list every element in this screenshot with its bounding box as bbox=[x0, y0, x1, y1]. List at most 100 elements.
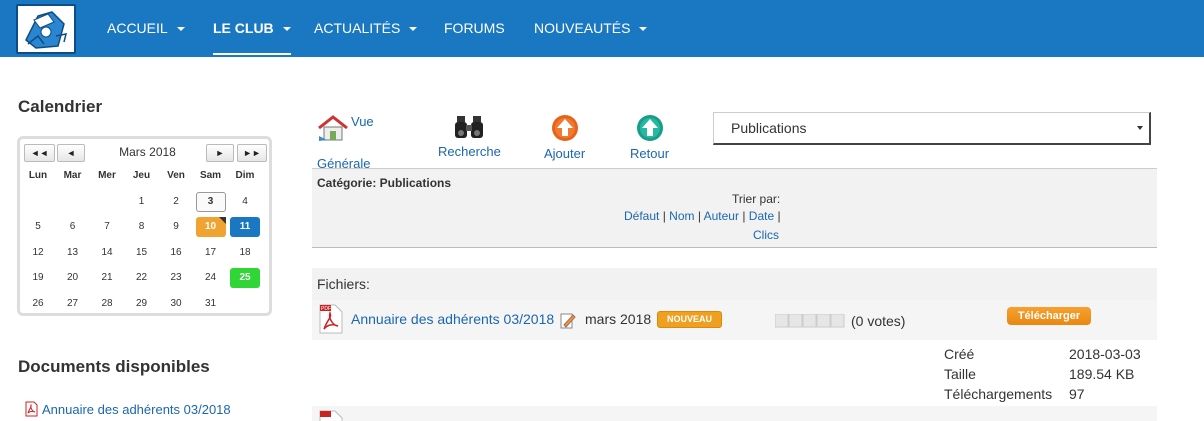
meta-downloads-value: 97 bbox=[1069, 386, 1085, 402]
calendar-day[interactable]: 14 bbox=[92, 243, 122, 263]
pdf-icon bbox=[319, 410, 343, 421]
calendar-day[interactable]: 31 bbox=[196, 294, 226, 314]
sort-name-link[interactable]: Nom bbox=[669, 209, 694, 223]
sort-clicks-link[interactable]: Clics bbox=[753, 228, 779, 242]
file-row: PDF Annuaire des adhérents 03/2018 mars … bbox=[312, 300, 1157, 340]
document-link[interactable]: Annuaire des adhérents 03/2018 bbox=[25, 401, 231, 417]
back-label: Retour bbox=[630, 146, 670, 161]
next-month-button[interactable]: ► bbox=[206, 144, 234, 162]
calendar-day[interactable]: 16 bbox=[161, 243, 191, 263]
edit-icon[interactable] bbox=[560, 312, 576, 329]
file-date: mars 2018 bbox=[585, 311, 652, 327]
prev-year-button[interactable]: ◄◄ bbox=[24, 144, 55, 162]
calendar-day[interactable]: 6 bbox=[58, 217, 88, 237]
calendar-day[interactable]: 21 bbox=[92, 268, 122, 288]
documents-title: Documents disponibles bbox=[18, 357, 210, 376]
calendar-day[interactable]: 25 bbox=[230, 268, 260, 288]
files-header: Fichiers: bbox=[312, 268, 1157, 300]
meta-created-label: Créé bbox=[944, 346, 975, 362]
calendar-day[interactable]: 5 bbox=[23, 217, 53, 237]
calendar-widget: ◄◄ ◄ Mars 2018 ► ►► Lun Mar Mer Jeu Ven Sam Di… bbox=[17, 136, 272, 316]
caret-down-icon bbox=[409, 27, 418, 32]
nav-actualites[interactable]: ACTUALITÉS bbox=[314, 0, 418, 57]
caret-down-icon bbox=[639, 27, 648, 32]
event-marker-icon bbox=[218, 217, 226, 224]
club-logo[interactable] bbox=[16, 4, 76, 54]
category-title: Catégorie: Publications bbox=[317, 176, 452, 190]
nav-forums[interactable]: FORUMS bbox=[444, 0, 505, 57]
calendar-day[interactable]: 1 bbox=[127, 192, 157, 212]
category-panel: Catégorie: Publications Trier par: Défau… bbox=[312, 168, 1157, 248]
calendar-day[interactable]: 15 bbox=[127, 243, 157, 263]
caret-down-icon bbox=[176, 27, 185, 32]
prev-month-button[interactable]: ◄ bbox=[57, 144, 85, 162]
calendar-day[interactable]: 24 bbox=[196, 268, 226, 288]
overview-label-1: Vue bbox=[351, 114, 374, 129]
document-link-label: Annuaire des adhérents 03/2018 bbox=[42, 402, 231, 417]
download-button[interactable]: Télécharger bbox=[1007, 307, 1091, 325]
file-name-link[interactable]: Annuaire des adhérents 03/2018 bbox=[351, 311, 554, 327]
add-label: Ajouter bbox=[544, 146, 586, 161]
category-select-value: Publications bbox=[731, 120, 807, 136]
weekday-header: Ven bbox=[167, 170, 185, 181]
file-row bbox=[312, 406, 1157, 421]
pdf-icon: PDF bbox=[319, 304, 343, 334]
calendar-day[interactable]: 12 bbox=[23, 243, 53, 263]
calendar-day[interactable]: 13 bbox=[58, 243, 88, 263]
meta-created-value: 2018-03-03 bbox=[1069, 346, 1141, 362]
nav-nouveautes[interactable]: NOUVEAUTÉS bbox=[534, 0, 648, 57]
nav-accueil[interactable]: ACCUEIL bbox=[107, 0, 185, 57]
weekday-header: Lun bbox=[28, 170, 48, 181]
house-icon bbox=[318, 115, 348, 141]
calendar-day[interactable]: 7 bbox=[92, 217, 122, 237]
calendar-day[interactable]: 11 bbox=[230, 217, 260, 237]
search-button[interactable]: Recherche bbox=[438, 114, 501, 159]
sort-author-link[interactable]: Auteur bbox=[704, 209, 739, 223]
calendar-day[interactable]: 10 bbox=[195, 217, 226, 237]
calendar-day[interactable]: 4 bbox=[230, 192, 260, 212]
calendar-day[interactable]: 19 bbox=[23, 268, 53, 288]
meta-size-value: 189.54 KB bbox=[1069, 366, 1135, 382]
pdf-icon bbox=[25, 401, 38, 417]
calendar-day[interactable]: 26 bbox=[23, 294, 53, 314]
arrow-up-orange-icon bbox=[551, 115, 578, 141]
weekday-header: Dim bbox=[235, 170, 255, 181]
calendar-day[interactable]: 8 bbox=[127, 217, 157, 237]
add-button[interactable]: Ajouter bbox=[544, 114, 585, 161]
calendar-day[interactable]: 17 bbox=[196, 243, 226, 263]
calendar-day[interactable]: 20 bbox=[58, 268, 88, 288]
weekday-header: Mer bbox=[98, 170, 116, 181]
sort-default-link[interactable]: Défaut bbox=[624, 209, 659, 223]
calendar-day[interactable]: 18 bbox=[230, 243, 260, 263]
nav-le-club[interactable]: LE CLUB bbox=[213, 0, 291, 57]
search-label: Recherche bbox=[438, 144, 501, 159]
calendar-day[interactable]: 3 bbox=[195, 191, 226, 212]
weekday-header: Mar bbox=[63, 170, 82, 181]
weekday-header: Jeu bbox=[132, 170, 151, 181]
arrow-up-teal-icon bbox=[636, 115, 663, 141]
category-select[interactable]: Publications bbox=[713, 112, 1151, 145]
nav-accueil-label: ACCUEIL bbox=[107, 20, 168, 36]
calendar-day[interactable]: 30 bbox=[161, 294, 191, 314]
svg-text:PDF: PDF bbox=[321, 306, 331, 312]
calendar-title: Calendrier bbox=[18, 97, 103, 116]
overview-button[interactable]: Vue Générale bbox=[317, 114, 374, 171]
calendar-day[interactable]: 23 bbox=[161, 268, 191, 288]
calendar-day[interactable]: 9 bbox=[161, 217, 191, 237]
sort-date-link[interactable]: Date bbox=[749, 209, 774, 223]
calendar-day[interactable]: 29 bbox=[127, 294, 157, 314]
sort-label: Trier par: bbox=[732, 192, 781, 206]
meta-downloads-label: Téléchargements bbox=[944, 386, 1053, 402]
nav-nouveautes-label: NOUVEAUTÉS bbox=[534, 20, 631, 36]
sort-links: Défaut | Nom | Auteur | Date | bbox=[624, 209, 781, 223]
next-year-button[interactable]: ►► bbox=[237, 144, 267, 162]
calendar-day[interactable]: 28 bbox=[92, 294, 122, 314]
calendar-day[interactable]: 22 bbox=[127, 268, 157, 288]
calendar-day[interactable]: 27 bbox=[58, 294, 88, 314]
binoculars-icon bbox=[455, 116, 484, 138]
calendar-day[interactable]: 2 bbox=[161, 192, 191, 212]
rating-stars-icon[interactable] bbox=[775, 314, 847, 328]
calendar-month-label: Mars 2018 bbox=[119, 145, 176, 159]
back-button[interactable]: Retour bbox=[630, 114, 669, 161]
nav-actualites-label: ACTUALITÉS bbox=[314, 20, 401, 36]
